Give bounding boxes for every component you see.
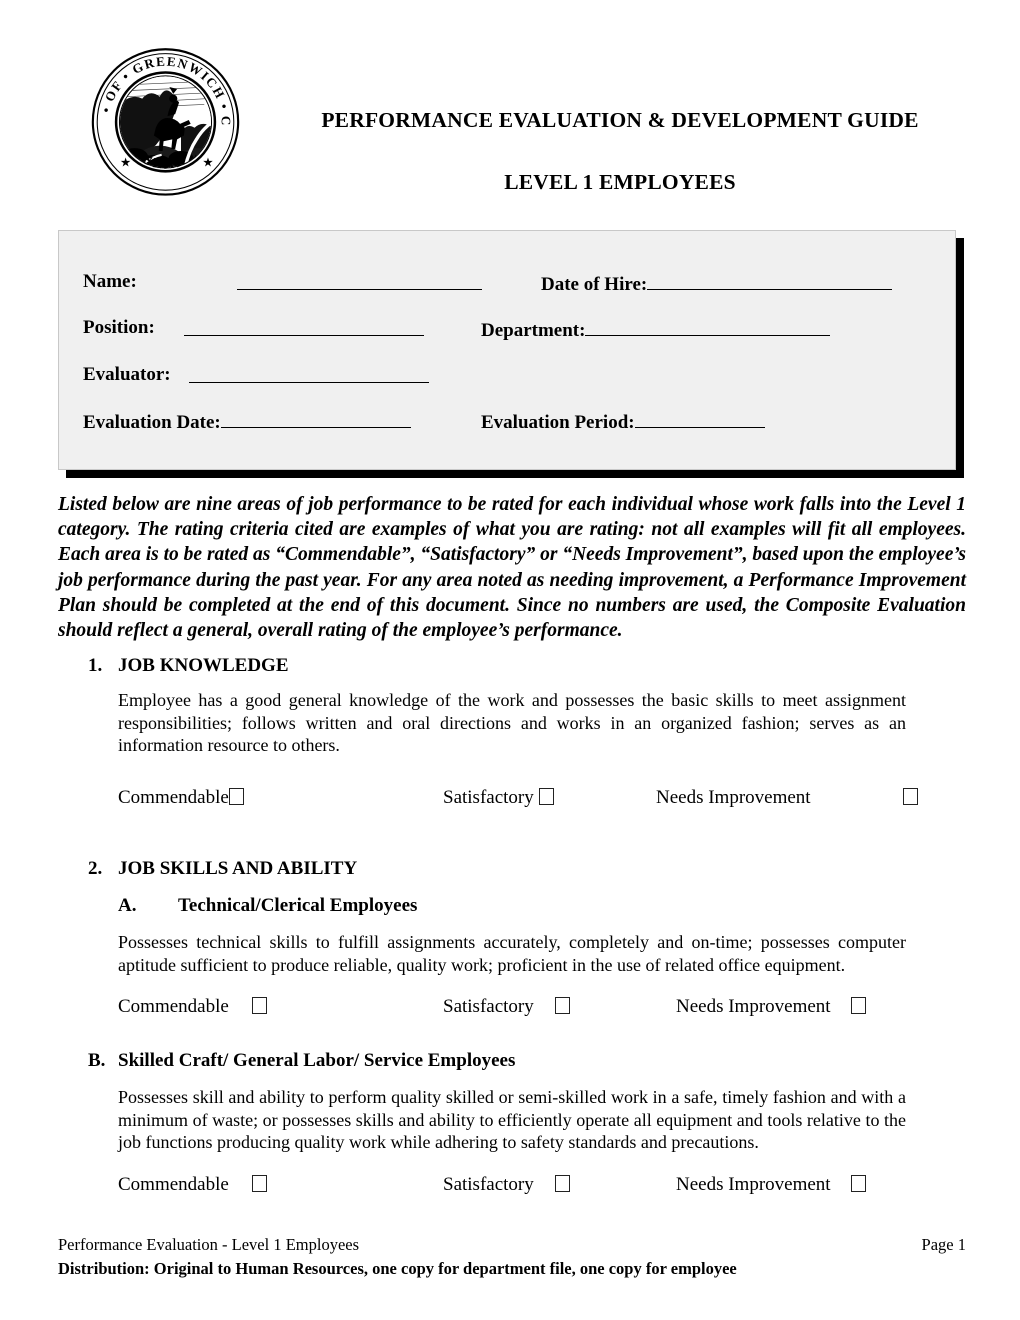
page-title: PERFORMANCE EVALUATION & DEVELOPMENT GUI…	[321, 108, 919, 132]
department-label: Department:	[481, 320, 586, 341]
info-row-evaluator: Evaluator:	[59, 364, 957, 392]
satisfactory-checkbox[interactable]	[554, 1174, 570, 1192]
title-block: PERFORMANCE EVALUATION & DEVELOPMENT GUI…	[270, 108, 970, 195]
evaluation-date-input[interactable]	[220, 409, 411, 428]
evaluation-period-label: Evaluation Period:	[481, 412, 635, 433]
position-label: Position:	[83, 317, 155, 338]
commendable-checkbox[interactable]	[228, 787, 244, 805]
info-row-eval-date-period: Evaluation Date: Evaluation Period:	[59, 409, 957, 437]
department-input[interactable]	[585, 317, 831, 336]
footer-distribution: Distribution: Original to Human Resource…	[58, 1259, 737, 1278]
commendable-label: Commendable	[118, 786, 229, 808]
section-2-title: JOB SKILLS AND ABILITY	[118, 858, 358, 879]
commendable-checkbox[interactable]	[251, 997, 267, 1014]
needs-improvement-checkbox[interactable]	[851, 1174, 867, 1192]
subsection-a-letter: A.	[118, 895, 137, 916]
needs-improvement-checkbox[interactable]	[903, 787, 918, 805]
needs-improvement-checkbox[interactable]	[851, 997, 867, 1014]
name-input[interactable]	[237, 271, 482, 290]
needs-improvement-label: Needs Improvement	[656, 786, 811, 808]
section-2-number: 2.	[88, 858, 103, 879]
page-footer: Performance Evaluation - Level 1 Employe…	[58, 1235, 966, 1279]
subsection-b-description: Possesses skill and ability to perform q…	[118, 1087, 906, 1152]
section-1-number: 1.	[88, 655, 103, 676]
satisfactory-label: Satisfactory	[443, 996, 534, 1017]
name-label: Name:	[83, 271, 137, 292]
subsection-b-title: Skilled Craft/ General Labor/ Service Em…	[118, 1050, 516, 1071]
subsection-b-letter: B.	[88, 1050, 106, 1071]
section-1-rating-row: Commendable Satisfactory Needs Improveme…	[118, 787, 966, 819]
needs-improvement-label: Needs Improvement	[676, 996, 831, 1017]
section-job-knowledge: 1. JOB KNOWLEDGE Employee has a good gene…	[58, 655, 966, 819]
info-row-name-hire: Name: Date of Hire:	[59, 271, 957, 299]
subsection-b-rating-row: Commendable Satisfactory Needs Improveme…	[118, 1174, 966, 1206]
svg-text:★: ★	[202, 155, 213, 169]
instructions-paragraph: Listed below are nine areas of job perfo…	[58, 494, 966, 642]
subsection-a-title: Technical/Clerical Employees	[178, 895, 418, 916]
section-1-title: JOB KNOWLEDGE	[118, 655, 289, 676]
commendable-label: Commendable	[118, 996, 229, 1017]
document-page: TOWN • OF • GREENWICH • CONN. SEAL ★ ★ P…	[0, 0, 1020, 1320]
satisfactory-label: Satisfactory	[443, 786, 534, 808]
footer-document-name: Performance Evaluation - Level 1 Employe…	[58, 1235, 360, 1254]
svg-text:★: ★	[120, 155, 131, 169]
evaluator-input[interactable]	[189, 364, 429, 383]
subsection-b-heading: B. Skilled Craft/ General Labor/ Service …	[58, 1050, 966, 1072]
needs-improvement-label: Needs Improvement	[676, 1173, 831, 1195]
commendable-label: Commendable	[118, 1173, 229, 1195]
town-seal-icon: TOWN • OF • GREENWICH • CONN. SEAL ★ ★	[88, 38, 243, 200]
section-1-heading: 1. JOB KNOWLEDGE	[58, 655, 966, 677]
date-of-hire-label: Date of Hire:	[541, 274, 648, 295]
section-job-skills: 2. JOB SKILLS AND ABILITY A. Technical/Cle…	[58, 858, 966, 1206]
subsection-a-rating-row: Commendable Satisfactory Needs Improveme…	[118, 996, 966, 1028]
satisfactory-checkbox[interactable]	[538, 787, 554, 805]
page-subtitle: LEVEL 1 EMPLOYEES	[504, 169, 736, 194]
commendable-checkbox[interactable]	[251, 1174, 267, 1192]
footer-top-line: Performance Evaluation - Level 1 Employe…	[58, 1235, 966, 1257]
subsection-a-description: Possesses technical skills to fulfill as…	[118, 932, 906, 975]
page-header: TOWN • OF • GREENWICH • CONN. SEAL ★ ★ P…	[0, 0, 1020, 215]
employee-info-box: Name: Date of Hire: Position: Department…	[58, 230, 956, 470]
position-input[interactable]	[184, 317, 424, 336]
subsection-a-heading: A. Technical/Clerical Employees	[58, 895, 966, 917]
evaluation-date-label: Evaluation Date:	[83, 412, 221, 433]
satisfactory-checkbox[interactable]	[554, 997, 570, 1014]
evaluator-label: Evaluator:	[83, 364, 171, 385]
info-row-position-department: Position: Department:	[59, 317, 957, 345]
page-number: Page 1	[921, 1235, 966, 1254]
satisfactory-label: Satisfactory	[443, 1173, 534, 1195]
section-2-heading: 2. JOB SKILLS AND ABILITY	[58, 858, 966, 880]
date-of-hire-input[interactable]	[647, 271, 893, 290]
section-1-description: Employee has a good general knowledge of…	[118, 690, 906, 755]
evaluation-period-input[interactable]	[634, 409, 765, 428]
